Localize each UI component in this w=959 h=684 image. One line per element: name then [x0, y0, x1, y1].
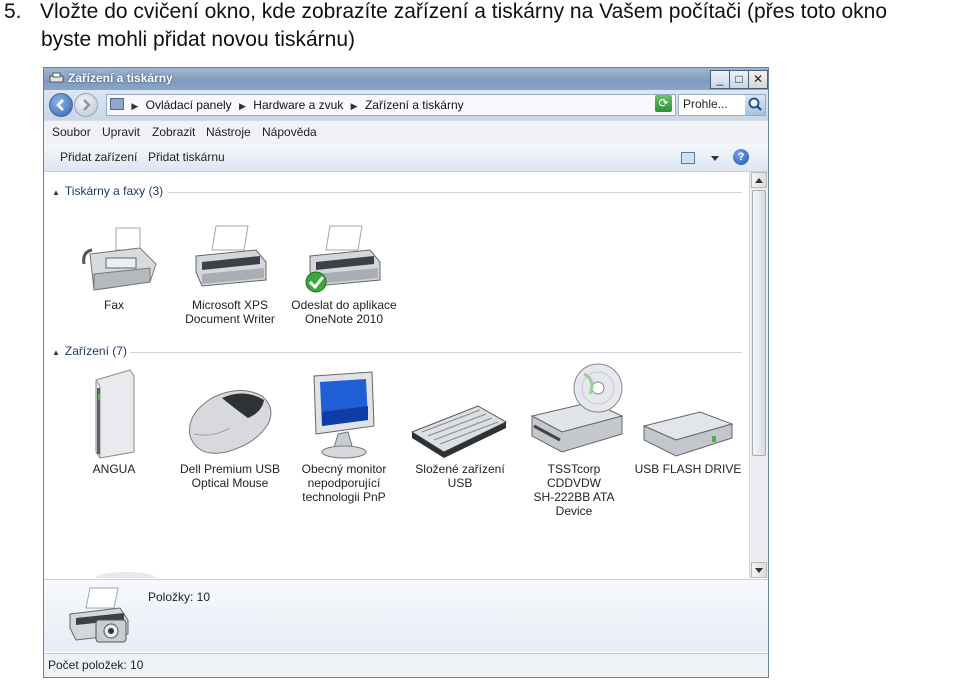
device-item-usb-composite[interactable]: Složené zařízení USB	[406, 368, 514, 490]
computer-tower-icon	[95, 369, 135, 459]
arrow-right-icon	[83, 99, 91, 111]
group-title: Zařízení (7)	[64, 344, 127, 358]
title-bar[interactable]: Zařízení a tiskárny _ □ ✕	[44, 68, 768, 90]
devices-printers-window: Zařízení a tiskárny _ □ ✕ ▶ Ovládací pan…	[43, 67, 769, 678]
device-item-label: TSSTcorp	[547, 462, 601, 476]
address-box[interactable]: ▶ Ovládací panely ▶ Hardware a zvuk ▶ Za…	[106, 94, 676, 116]
device-item-label: USB FLASH DRIVE	[634, 462, 742, 476]
status-bar: Počet položek: 10	[44, 653, 768, 677]
device-item-label: Device	[555, 504, 593, 518]
scroll-up-button[interactable]	[751, 172, 767, 188]
item-count-label: Položky: 10	[148, 590, 211, 604]
menu-help[interactable]: Nápověda	[262, 125, 317, 139]
fax-icon	[82, 227, 157, 291]
device-item-label: Odeslat do aplikace	[291, 298, 397, 312]
instruction-number: 5.	[4, 0, 22, 23]
add-printer-button[interactable]: Přidat tiskárnu	[148, 150, 225, 164]
search-input[interactable]	[681, 96, 745, 112]
back-button[interactable]	[49, 93, 73, 117]
window-title: Zařízení a tiskárny	[68, 71, 173, 85]
chevron-right-icon[interactable]: ▶	[351, 101, 358, 112]
close-button[interactable]: ✕	[748, 70, 768, 89]
group-divider	[168, 192, 742, 193]
device-item-label: Dell Premium USB	[179, 462, 281, 476]
device-item-label: USB	[447, 476, 473, 490]
mouse-icon	[188, 390, 272, 454]
refresh-button[interactable]: ⟳	[655, 95, 672, 112]
add-device-button[interactable]: Přidat zařízení	[60, 150, 137, 164]
device-item-label: nepodporující	[307, 476, 381, 490]
device-item-label: SH-222BB ATA	[533, 490, 615, 504]
collapse-icon[interactable]: ▲	[52, 348, 60, 357]
instruction-line-2: byste mohli přidat novou tiskárnu)	[41, 28, 355, 51]
keyboard-icon	[410, 405, 508, 458]
devices-printers-icon	[69, 587, 129, 643]
device-item-label: CDDVDW	[547, 476, 601, 490]
control-panel-icon	[110, 98, 124, 110]
forward-button[interactable]	[74, 93, 98, 117]
device-item-angua[interactable]: ANGUA	[60, 368, 168, 488]
printer-default-icon	[305, 225, 381, 293]
search-icon[interactable]	[745, 95, 765, 115]
device-item-fax[interactable]: Fax	[60, 220, 168, 325]
printer-icon	[195, 225, 267, 287]
instruction-text: 5. Vložte do cvičení okno, kde zobrazíte …	[4, 0, 887, 54]
arrow-left-icon	[56, 99, 64, 111]
chevron-right-icon[interactable]: ▶	[239, 101, 246, 112]
search-box[interactable]	[678, 94, 766, 116]
help-button[interactable]: ?	[733, 149, 749, 165]
breadcrumb-item[interactable]: Hardware a zvuk	[253, 98, 343, 112]
group-divider	[130, 352, 742, 353]
scroll-down-button[interactable]	[751, 562, 767, 578]
command-bar: Přidat zařízení Přidat tiskárnu ?	[44, 144, 768, 172]
dvd-drive-icon	[530, 363, 624, 453]
minimize-button[interactable]: _	[710, 70, 730, 89]
usb-drive-icon	[642, 411, 734, 457]
menu-edit[interactable]: Upravit	[102, 125, 140, 139]
device-item-label: Document Writer	[185, 312, 275, 326]
vertical-scrollbar[interactable]	[749, 172, 768, 578]
menu-tools[interactable]: Nástroje	[206, 125, 251, 139]
view-icon[interactable]	[681, 152, 695, 164]
device-item-label: technologii PnP	[302, 490, 386, 504]
partial-item-icon	[96, 572, 156, 578]
monitor-icon	[313, 371, 375, 459]
device-item-label: OneNote 2010	[304, 312, 384, 326]
device-item-onenote[interactable]: Odeslat do aplikace OneNote 2010	[290, 220, 398, 326]
group-header-printers[interactable]: ▲ Tiskárny a faxy (3)	[52, 184, 163, 198]
breadcrumb-item[interactable]: Zařízení a tiskárny	[365, 98, 464, 112]
collapse-icon[interactable]: ▲	[52, 188, 60, 197]
details-pane: Položky: 10	[44, 579, 768, 652]
device-item-label: Obecný monitor	[301, 462, 387, 476]
view-dropdown-icon[interactable]	[711, 156, 719, 161]
device-item-usb-flash[interactable]: USB FLASH DRIVE	[634, 368, 742, 488]
device-item-label: Složené zařízení	[415, 462, 505, 476]
device-item-monitor[interactable]: Obecný monitor nepodporující technologii…	[290, 368, 398, 508]
device-item-xps-writer[interactable]: Microsoft XPS Document Writer	[176, 220, 284, 326]
items-view: ▲ Tiskárny a faxy (3) Fax Microsoft XPS D…	[44, 172, 749, 578]
group-title: Tiskárny a faxy (3)	[64, 184, 164, 198]
device-item-label: Optical Mouse	[191, 476, 269, 490]
scroll-thumb[interactable]	[752, 190, 766, 456]
menu-view[interactable]: Zobrazit	[152, 125, 195, 139]
device-item-label: Fax	[103, 298, 124, 312]
maximize-button[interactable]: □	[729, 70, 749, 89]
chevron-right-icon[interactable]: ▶	[131, 101, 138, 112]
device-item-label: ANGUA	[92, 462, 136, 476]
breadcrumb-item[interactable]: Ovládací panely	[146, 98, 232, 112]
instruction-line-1: Vložte do cvičení okno, kde zobrazíte za…	[40, 0, 888, 23]
devices-window-icon	[49, 72, 64, 83]
device-item-mouse[interactable]: Dell Premium USB Optical Mouse	[176, 368, 284, 490]
menu-file[interactable]: Soubor	[52, 125, 91, 139]
status-text: Počet položek: 10	[48, 658, 144, 672]
group-header-devices[interactable]: ▲ Zařízení (7)	[52, 344, 127, 358]
device-item-dvd-drive[interactable]: TSSTcorp CDDVDW SH-222BB ATA Device	[520, 363, 628, 518]
menu-bar: Soubor Upravit Zobrazit Nástroje Nápověd…	[44, 120, 768, 145]
address-bar: ▶ Ovládací panely ▶ Hardware a zvuk ▶ Za…	[44, 90, 768, 120]
breadcrumb: ▶ Ovládací panely ▶ Hardware a zvuk ▶ Za…	[110, 98, 464, 112]
device-item-label: Microsoft XPS	[191, 298, 269, 312]
